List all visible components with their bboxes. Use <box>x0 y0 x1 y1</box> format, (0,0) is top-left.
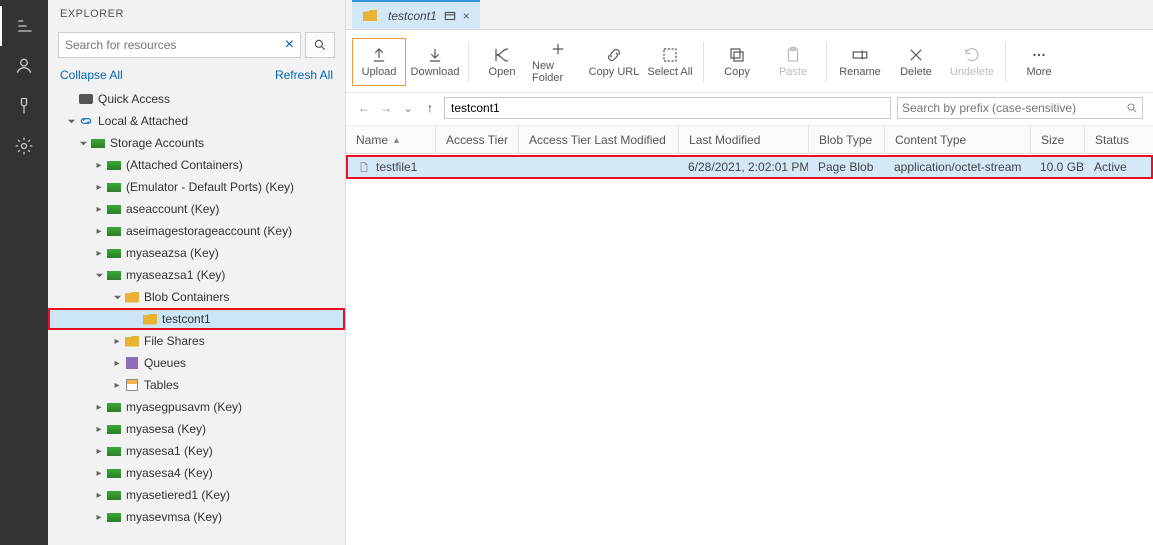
nav-up-icon[interactable]: ↑ <box>422 101 438 115</box>
resource-tree: Quick Access Local & Attached Storage Ac… <box>48 88 345 545</box>
col-last-modified[interactable]: Last Modified <box>679 126 809 153</box>
rail-account[interactable] <box>0 46 48 86</box>
tab-title: testcont1 <box>388 9 437 23</box>
search-button[interactable] <box>305 32 335 58</box>
copy-icon <box>728 46 746 64</box>
cell-size: 10.0 GB <box>1030 160 1084 174</box>
col-content-type[interactable]: Content Type <box>885 126 1031 153</box>
prefix-search[interactable] <box>897 97 1143 119</box>
chevron-down-icon <box>113 293 122 302</box>
table-row[interactable]: testfile1 6/28/2021, 2:02:01 PM Page Blo… <box>346 155 1153 179</box>
upload-button[interactable]: Upload <box>352 38 406 86</box>
prefix-input[interactable] <box>902 101 1126 115</box>
nav-row: ← → ⌄ ↑ <box>346 93 1153 126</box>
download-icon <box>426 46 444 64</box>
cell-content-type: application/octet-stream <box>884 160 1030 174</box>
tree-blob-containers[interactable]: Blob Containers <box>48 286 345 308</box>
refresh-all-link[interactable]: Refresh All <box>275 68 333 82</box>
select-all-button[interactable]: Select All <box>643 38 697 86</box>
tree-aseaccount[interactable]: ▸ aseaccount (Key) <box>48 198 345 220</box>
tree-quick-access[interactable]: Quick Access <box>48 88 345 110</box>
tree-file-shares[interactable]: ▸ File Shares <box>48 330 345 352</box>
tab-bar: testcont1 × <box>346 0 1153 30</box>
nav-forward-icon[interactable]: → <box>378 101 394 115</box>
rename-icon <box>851 46 869 64</box>
copy-button[interactable]: Copy <box>710 38 764 86</box>
plus-icon <box>549 40 567 58</box>
tree-local-attached[interactable]: Local & Attached <box>48 110 345 132</box>
search-clear-icon[interactable]: × <box>285 36 294 54</box>
paste-button: Paste <box>766 38 820 86</box>
tree-emulator[interactable]: ▸ (Emulator - Default Ports) (Key) <box>48 176 345 198</box>
sort-asc-icon: ▲ <box>392 135 401 145</box>
open-button[interactable]: Open <box>475 38 529 86</box>
cell-blob-type: Page Blob <box>808 160 884 174</box>
tree-testcont1[interactable]: testcont1 <box>48 308 345 330</box>
tree-myaseazsa1[interactable]: myaseazsa1 (Key) <box>48 264 345 286</box>
explorer-title: EXPLORER <box>48 0 345 32</box>
col-size[interactable]: Size <box>1031 126 1085 153</box>
upload-icon <box>370 46 388 64</box>
cell-status: Active <box>1084 160 1128 174</box>
open-icon <box>493 46 511 64</box>
tree-aseimage[interactable]: ▸ aseimagestorageaccount (Key) <box>48 220 345 242</box>
delete-icon <box>907 46 925 64</box>
col-status[interactable]: Status <box>1085 126 1139 153</box>
nav-back-icon[interactable]: ← <box>356 101 372 115</box>
download-button[interactable]: Download <box>408 38 462 86</box>
file-icon <box>358 160 370 174</box>
toolbar: Upload Download Open New Folder Copy URL… <box>346 30 1153 93</box>
tree-myasevmsa[interactable]: ▸ myasevmsa (Key) <box>48 506 345 528</box>
tree-tables[interactable]: ▸ Tables <box>48 374 345 396</box>
tree-attached-containers[interactable]: ▸ (Attached Containers) <box>48 154 345 176</box>
chevron-down-icon <box>67 117 76 126</box>
col-access-tier-last-modified[interactable]: Access Tier Last Modified <box>519 126 679 153</box>
col-name[interactable]: Name▲ <box>346 126 436 153</box>
rail-explorer[interactable] <box>0 6 48 46</box>
tree-myasesa4[interactable]: ▸ myasesa4 (Key) <box>48 462 345 484</box>
nav-dropdown-icon[interactable]: ⌄ <box>400 101 416 115</box>
rename-button[interactable]: Rename <box>833 38 887 86</box>
tree-queues[interactable]: ▸ Queues <box>48 352 345 374</box>
search-icon <box>1126 102 1138 114</box>
tree-myasesa[interactable]: ▸ myasesa (Key) <box>48 418 345 440</box>
search-input-wrap[interactable]: × <box>58 32 301 58</box>
tree-myasetiered1[interactable]: ▸ myasetiered1 (Key) <box>48 484 345 506</box>
rail-settings[interactable] <box>0 126 48 166</box>
chevron-down-icon <box>79 139 88 148</box>
copy-url-button[interactable]: Copy URL <box>587 38 641 86</box>
collapse-all-link[interactable]: Collapse All <box>60 68 123 82</box>
undelete-icon <box>963 46 981 64</box>
link-icon <box>605 46 623 64</box>
cell-name: testfile1 <box>376 160 417 174</box>
delete-button[interactable]: Delete <box>889 38 943 86</box>
activity-rail <box>0 0 48 545</box>
grid-header: Name▲ Access Tier Access Tier Last Modif… <box>346 126 1153 154</box>
undelete-button: Undelete <box>945 38 999 86</box>
rail-connect[interactable] <box>0 86 48 126</box>
more-icon <box>1030 46 1048 64</box>
col-access-tier[interactable]: Access Tier <box>436 126 519 153</box>
tab-close-icon[interactable]: × <box>463 9 470 23</box>
container-icon <box>443 9 457 23</box>
search-icon <box>313 38 327 52</box>
select-all-icon <box>661 46 679 64</box>
new-folder-button[interactable]: New Folder <box>531 38 585 86</box>
main-area: testcont1 × Upload Download Open New Fol… <box>346 0 1153 545</box>
tree-myasegpusavm[interactable]: ▸ myasegpusavm (Key) <box>48 396 345 418</box>
path-input[interactable] <box>444 97 891 119</box>
tab-testcont1[interactable]: testcont1 × <box>352 0 480 29</box>
cell-last-modified: 6/28/2021, 2:02:01 PM <box>678 160 808 174</box>
col-blob-type[interactable]: Blob Type <box>809 126 885 153</box>
chevron-down-icon <box>95 271 104 280</box>
more-button[interactable]: More <box>1012 38 1066 86</box>
paste-icon <box>784 46 802 64</box>
explorer-panel: EXPLORER × Collapse All Refresh All Quic… <box>48 0 346 545</box>
tree-storage-accounts[interactable]: Storage Accounts <box>48 132 345 154</box>
tree-myaseazsa[interactable]: ▸ myaseazsa (Key) <box>48 242 345 264</box>
tree-myasesa1[interactable]: ▸ myasesa1 (Key) <box>48 440 345 462</box>
search-input[interactable] <box>65 38 285 52</box>
